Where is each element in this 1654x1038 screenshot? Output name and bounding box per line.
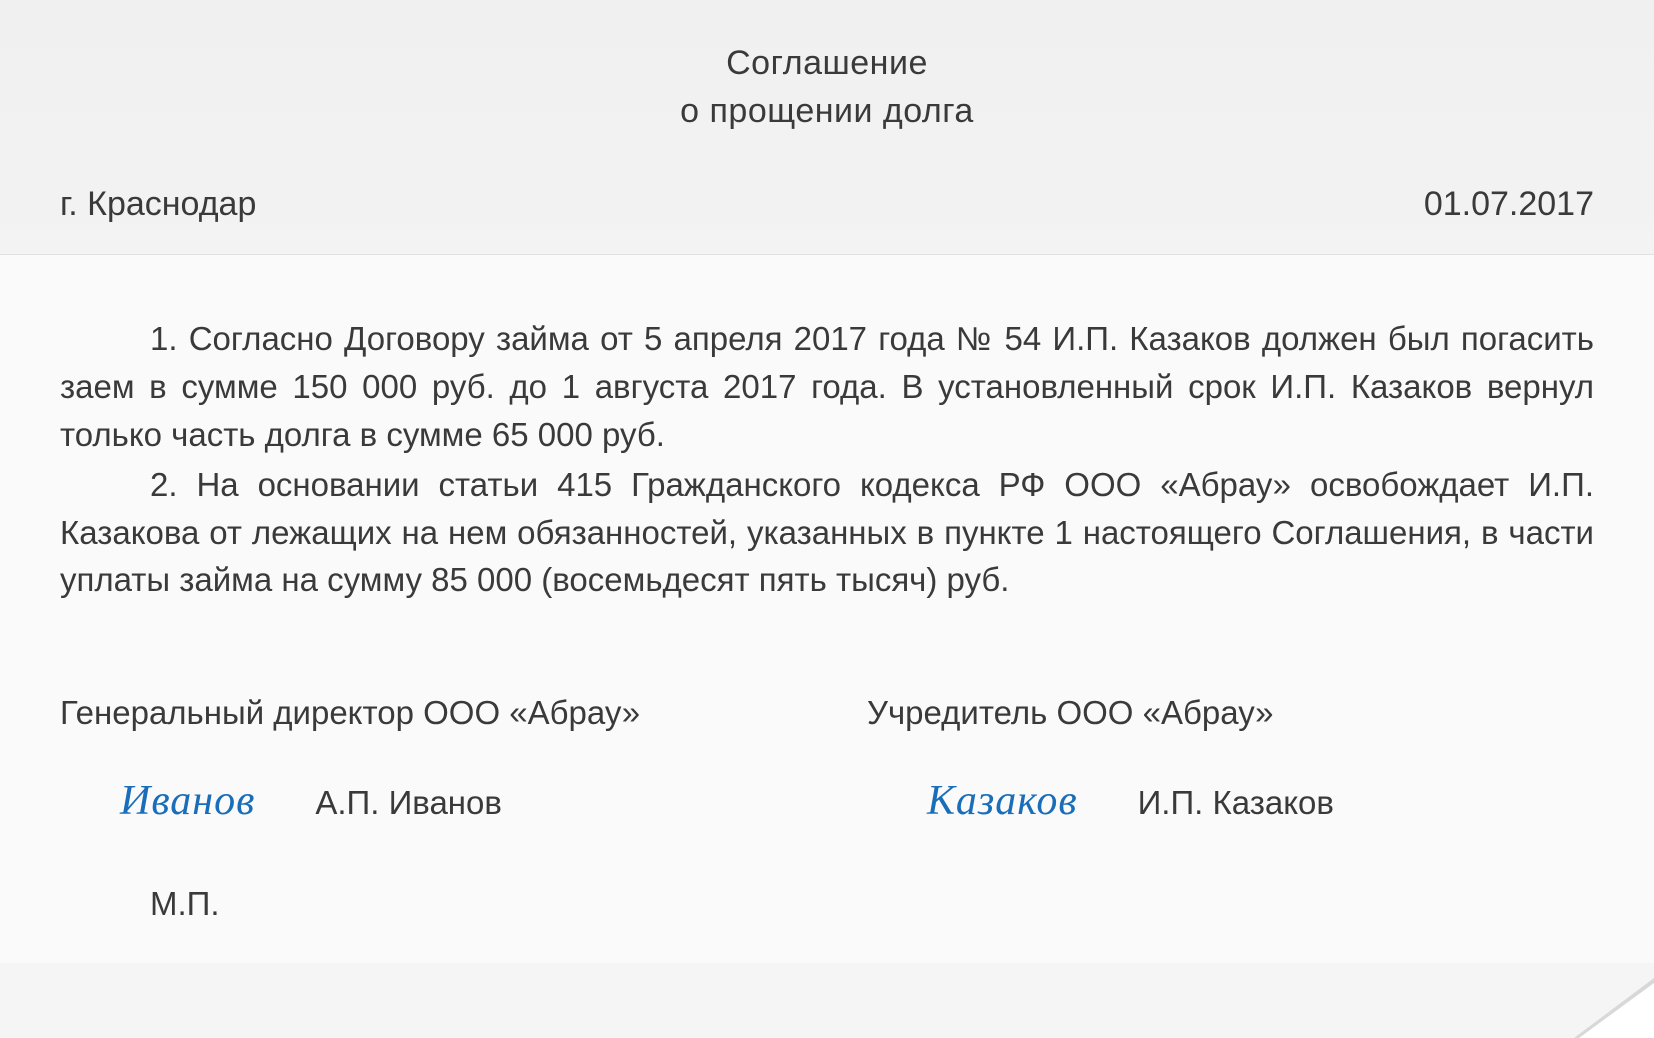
document-title: Соглашение о прощении долга xyxy=(60,40,1594,135)
header-section: Соглашение о прощении долга г. Краснодар… xyxy=(0,0,1654,255)
page-curl-decoration xyxy=(1574,978,1654,1038)
title-line-2: о прощении долга xyxy=(60,88,1594,136)
paragraph-2: 2. На основании статьи 415 Гражданского … xyxy=(60,461,1594,605)
city-label: г. Краснодар xyxy=(60,185,256,224)
stamp-placeholder: М.П. xyxy=(60,885,787,923)
body-section: 1. Согласно Договору займа от 5 апреля 2… xyxy=(0,255,1654,963)
signature-line-right: Казаков И.П. Казаков xyxy=(867,777,1594,825)
paragraph-1-text: 1. Согласно Договору займа от 5 апреля 2… xyxy=(60,320,1594,453)
signature-handwriting-left: Иванов xyxy=(60,777,255,825)
signatory-title-left: Генеральный директор ООО «Абрау» xyxy=(60,694,787,732)
signature-block-left: Генеральный директор ООО «Абрау» Иванов … xyxy=(60,694,787,923)
document-page: Соглашение о прощении долга г. Краснодар… xyxy=(0,0,1654,1038)
meta-row: г. Краснодар 01.07.2017 xyxy=(60,185,1594,224)
paragraph-1: 1. Согласно Договору займа от 5 апреля 2… xyxy=(60,315,1594,459)
signature-handwriting-right: Казаков xyxy=(867,777,1078,825)
signatory-title-right: Учредитель ООО «Абрау» xyxy=(867,694,1594,732)
paragraph-2-text: 2. На основании статьи 415 Гражданского … xyxy=(60,466,1594,599)
signatory-name-right: И.П. Казаков xyxy=(1138,784,1334,822)
signatures-row: Генеральный директор ООО «Абрау» Иванов … xyxy=(60,694,1594,923)
signatory-name-left: А.П. Иванов xyxy=(315,784,502,822)
signature-line-left: Иванов А.П. Иванов xyxy=(60,777,787,825)
date-label: 01.07.2017 xyxy=(1424,185,1594,224)
title-line-1: Соглашение xyxy=(60,40,1594,88)
signature-block-right: Учредитель ООО «Абрау» Казаков И.П. Каза… xyxy=(867,694,1594,923)
